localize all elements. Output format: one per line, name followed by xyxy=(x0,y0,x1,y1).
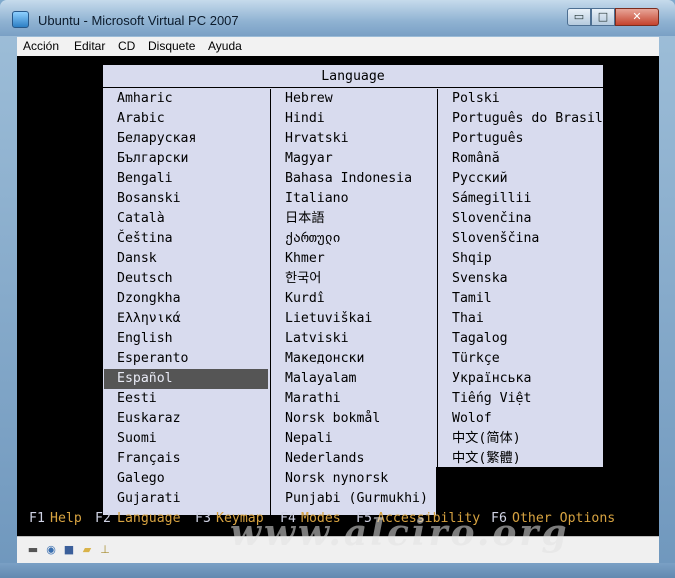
language-option[interactable]: Eesti xyxy=(104,389,268,409)
window-title: Ubuntu - Microsoft Virtual PC 2007 xyxy=(38,13,239,28)
language-option[interactable]: Euskaraz xyxy=(104,409,268,429)
language-option[interactable]: Norsk nynorsk xyxy=(272,469,436,489)
menu-cd[interactable]: CD xyxy=(118,39,135,53)
language-option[interactable]: Português xyxy=(439,129,602,149)
column-divider xyxy=(437,89,438,515)
maximize-button[interactable]: □ xyxy=(591,8,615,26)
language-option[interactable]: Punjabi (Gurmukhi) xyxy=(272,489,436,509)
language-option[interactable]: Hrvatski xyxy=(272,129,436,149)
language-option[interactable]: Galego xyxy=(104,469,268,489)
language-option[interactable]: Slovenščina xyxy=(439,229,602,249)
menu-bar: Acción Editar CD Disquete Ayuda xyxy=(17,37,659,57)
language-option[interactable]: Беларуская xyxy=(104,129,268,149)
language-option[interactable]: Українська xyxy=(439,369,602,389)
language-option[interactable]: Português do Brasil xyxy=(439,109,602,129)
language-option[interactable]: Wolof xyxy=(439,409,602,429)
language-option[interactable]: Nepali xyxy=(272,429,436,449)
watermark: www.alciro.org xyxy=(230,512,570,554)
language-option[interactable]: Marathi xyxy=(272,389,436,409)
menu-ayuda[interactable]: Ayuda xyxy=(208,39,242,53)
language-option[interactable]: Magyar xyxy=(272,149,436,169)
language-option[interactable]: Hindi xyxy=(272,109,436,129)
language-option[interactable]: Bosanski xyxy=(104,189,268,209)
fkey-language[interactable]: Language xyxy=(117,509,181,529)
vm-screen[interactable]: Language Amharic Arabic Беларуская Българск… xyxy=(17,56,659,536)
language-option-selected[interactable]: Español xyxy=(104,369,268,389)
language-option[interactable]: Hebrew xyxy=(272,89,436,109)
language-option[interactable]: 日本語 xyxy=(272,209,436,229)
language-column-1: Amharic Arabic Беларуская Български Bengali B… xyxy=(104,89,268,509)
language-option[interactable]: Deutsch xyxy=(104,269,268,289)
fkey-help[interactable]: Help xyxy=(50,509,82,529)
dialog-title: Language xyxy=(103,65,603,88)
title-bar[interactable]: Ubuntu - Microsoft Virtual PC 2007 ▭ □ ✕ xyxy=(0,0,675,36)
language-option[interactable]: Polski xyxy=(439,89,602,109)
language-column-2: Hebrew Hindi Hrvatski Magyar Bahasa Indonesi… xyxy=(272,89,436,509)
window-frame-bottom xyxy=(0,563,675,578)
language-option[interactable]: Malayalam xyxy=(272,369,436,389)
language-option[interactable]: Nederlands xyxy=(272,449,436,469)
language-option[interactable]: Македонски xyxy=(272,349,436,369)
menu-disquete[interactable]: Disquete xyxy=(148,39,195,53)
language-option[interactable]: Čeština xyxy=(104,229,268,249)
language-option[interactable]: ქართული xyxy=(272,229,436,249)
language-option[interactable]: Suomi xyxy=(104,429,268,449)
language-option[interactable]: English xyxy=(104,329,268,349)
language-option[interactable]: Tagalog xyxy=(439,329,602,349)
language-option[interactable]: 한국어 xyxy=(272,269,436,289)
fkey-label[interactable]: F2 xyxy=(95,509,111,529)
column-divider xyxy=(270,89,271,515)
cd-icon[interactable]: ◉ xyxy=(44,543,58,556)
close-button[interactable]: ✕ xyxy=(615,8,659,26)
language-option[interactable]: Tiếng Việt xyxy=(439,389,602,409)
language-option[interactable]: Shqip xyxy=(439,249,602,269)
language-option[interactable]: Tamil xyxy=(439,289,602,309)
folder-icon[interactable]: ▰ xyxy=(80,543,94,556)
virtual-pc-icon xyxy=(12,11,29,28)
language-option[interactable]: 中文(繁體) xyxy=(439,449,602,469)
minimize-button[interactable]: ▭ xyxy=(567,8,591,26)
language-option[interactable]: Català xyxy=(104,209,268,229)
language-option[interactable]: Français xyxy=(104,449,268,469)
language-option[interactable]: Esperanto xyxy=(104,349,268,369)
menu-accion[interactable]: Acción xyxy=(23,39,59,53)
language-option[interactable]: Sámegillii xyxy=(439,189,602,209)
language-option[interactable]: Latviski xyxy=(272,329,436,349)
menu-editar[interactable]: Editar xyxy=(74,39,105,53)
drive-icon[interactable]: ▬ xyxy=(26,543,40,556)
language-option[interactable]: Italiano xyxy=(272,189,436,209)
language-column-3: Polski Português do Brasil Português Română… xyxy=(439,89,602,469)
language-option[interactable]: Bengali xyxy=(104,169,268,189)
floppy-icon[interactable]: ■ xyxy=(62,543,76,556)
language-option[interactable]: Khmer xyxy=(272,249,436,269)
language-option[interactable]: Türkçe xyxy=(439,349,602,369)
language-option[interactable]: Norsk bokmål xyxy=(272,409,436,429)
fkey-label[interactable]: F1 xyxy=(29,509,45,529)
language-option[interactable]: Gujarati xyxy=(104,489,268,509)
language-option[interactable]: Arabic xyxy=(104,109,268,129)
language-option[interactable]: Slovenčina xyxy=(439,209,602,229)
language-option[interactable]: 中文(简体) xyxy=(439,429,602,449)
language-option[interactable]: Русский xyxy=(439,169,602,189)
network-icon[interactable]: ⊥ xyxy=(98,543,112,556)
language-option[interactable]: Lietuviškai xyxy=(272,309,436,329)
language-option[interactable]: Ελληνικά xyxy=(104,309,268,329)
language-option[interactable]: Български xyxy=(104,149,268,169)
language-option[interactable]: Bahasa Indonesia xyxy=(272,169,436,189)
language-option[interactable]: Română xyxy=(439,149,602,169)
language-option[interactable]: Svenska xyxy=(439,269,602,289)
language-dialog: Language Amharic Arabic Беларуская Българск… xyxy=(103,65,603,515)
language-option[interactable]: Kurdî xyxy=(272,289,436,309)
vpc-window: Ubuntu - Microsoft Virtual PC 2007 ▭ □ ✕… xyxy=(0,0,675,578)
language-option[interactable]: Amharic xyxy=(104,89,268,109)
language-option[interactable]: Dzongkha xyxy=(104,289,268,309)
fkey-label[interactable]: F3 xyxy=(195,509,211,529)
language-option[interactable]: Dansk xyxy=(104,249,268,269)
language-option[interactable]: Thai xyxy=(439,309,602,329)
